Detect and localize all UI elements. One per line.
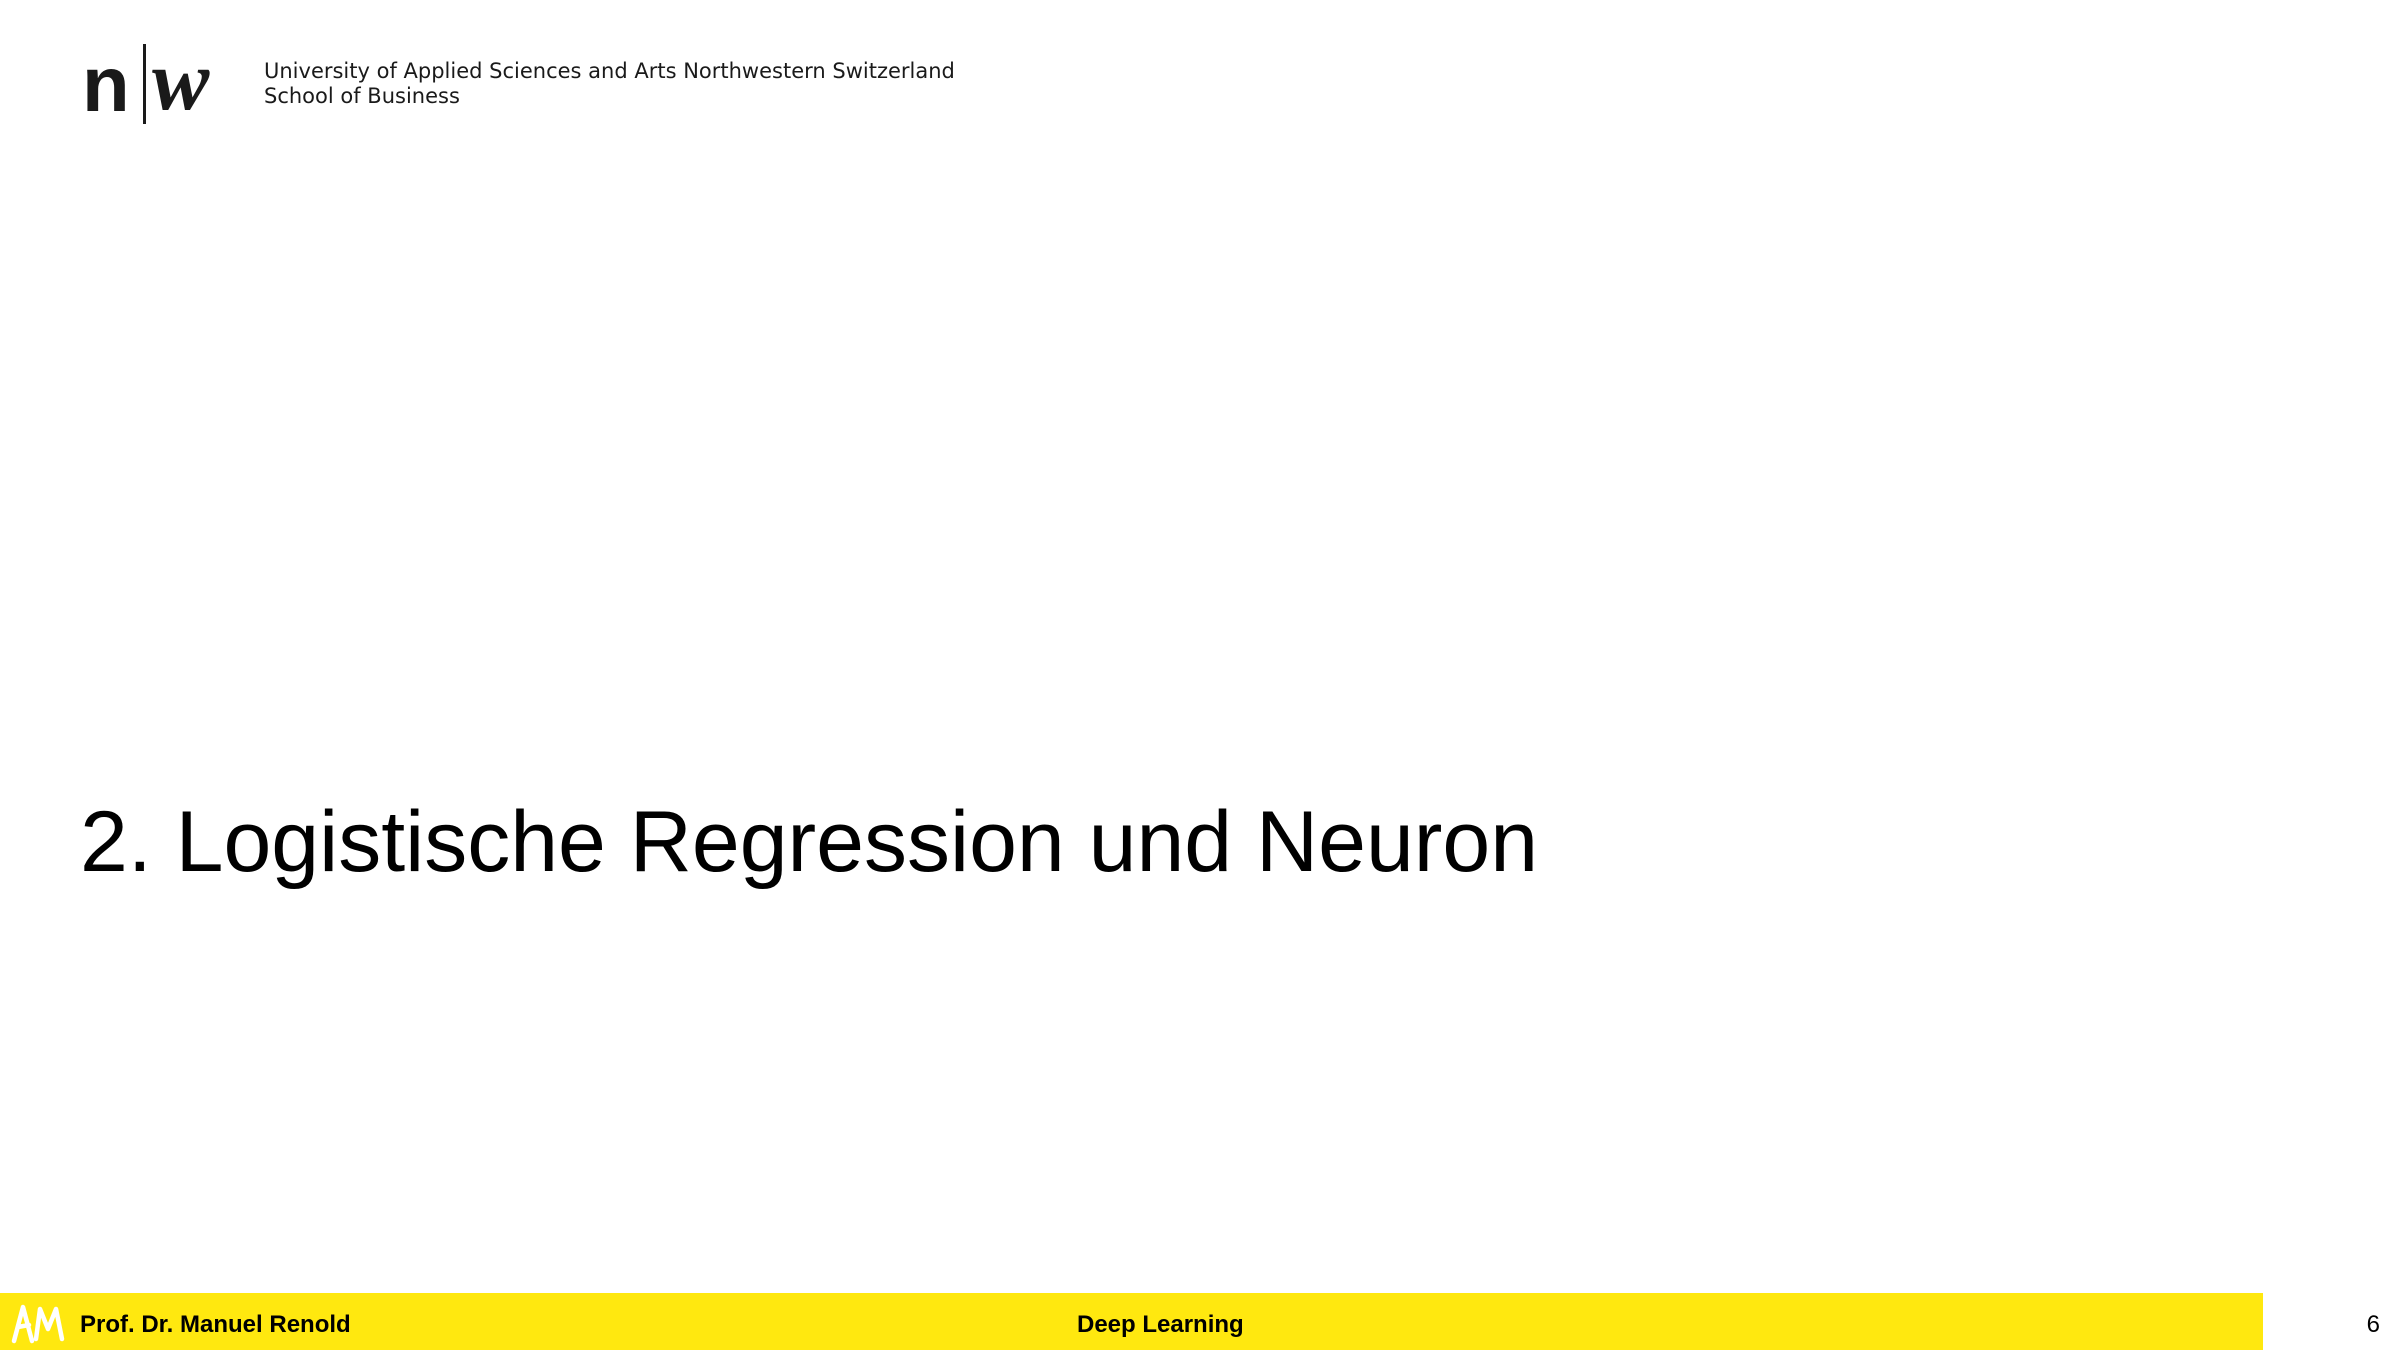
page-number: 6 — [2366, 1311, 2380, 1338]
footer-course-title: Deep Learning — [1077, 1311, 1244, 1338]
slide-header: n w University of Applied Sciences and A… — [82, 37, 955, 128]
institution-line-university: University of Applied Sciences and Arts … — [264, 59, 955, 83]
institution-line-school: School of Business — [264, 84, 460, 108]
fhnw-logo: n w — [82, 37, 230, 128]
institution-name: University of Applied Sciences and Arts … — [264, 59, 955, 109]
am-monogram-icon — [11, 1304, 65, 1344]
logo-letter-n: n — [82, 40, 130, 128]
footer-bar: Prof. Dr. Manuel Renold Deep Learning — [0, 1293, 2263, 1350]
slide-title: 2. Logistische Regression und Neuron — [80, 794, 1539, 890]
logo-letter-w: w — [152, 32, 210, 128]
footer-author: Prof. Dr. Manuel Renold — [80, 1311, 351, 1338]
logo-divider — [143, 44, 146, 124]
